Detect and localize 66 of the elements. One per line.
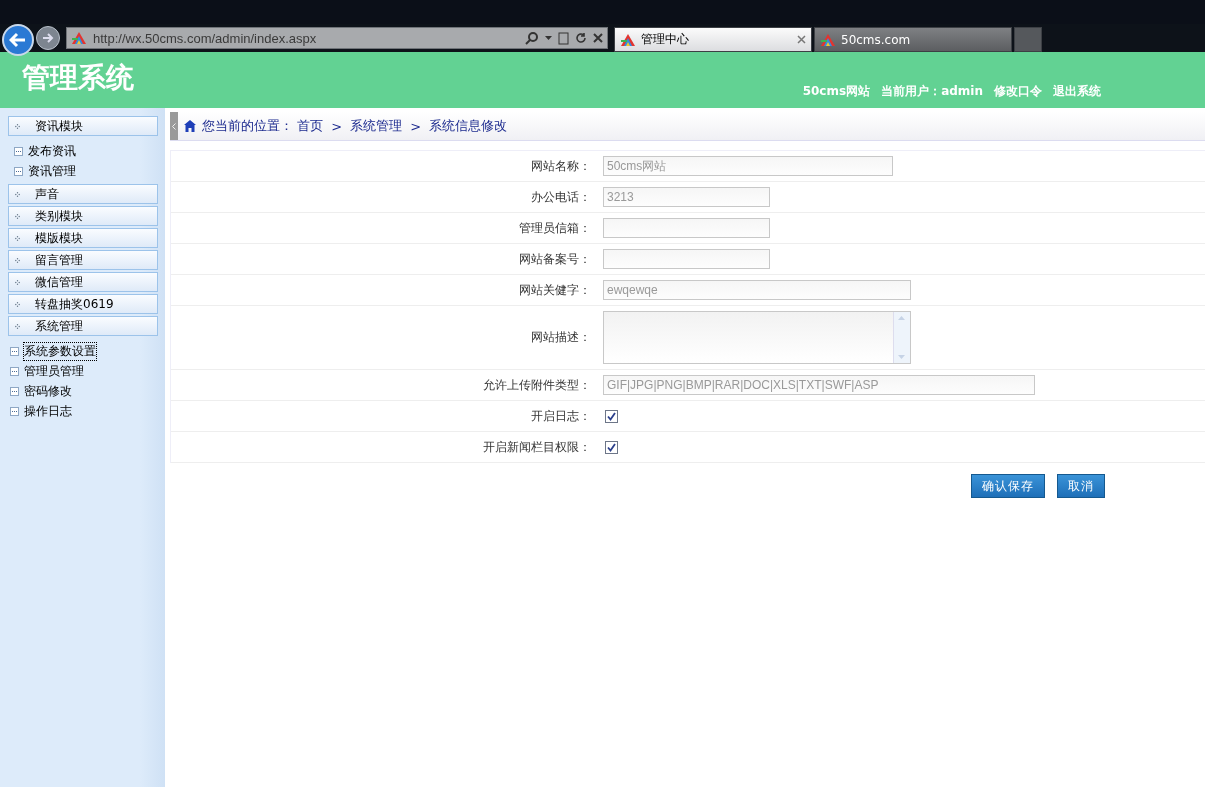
breadcrumb-link[interactable]: 系统信息修改 <box>429 117 508 135</box>
browser-tab[interactable]: 50cms.com <box>814 27 1012 52</box>
close-icon[interactable] <box>797 35 806 44</box>
form-button[interactable]: 确认保存 <box>971 474 1045 498</box>
refresh-icon[interactable] <box>575 32 587 44</box>
text-field[interactable] <box>603 218 770 238</box>
arrow-icon <box>42 33 54 43</box>
dots-icon <box>15 279 20 285</box>
browser-tab[interactable]: 管理中心 <box>614 27 812 52</box>
checkbox[interactable] <box>605 409 618 423</box>
arrow-icon <box>9 32 27 48</box>
back-button[interactable] <box>2 24 34 56</box>
favicon-icon <box>71 30 87 46</box>
field-label: 网站关健字： <box>518 281 592 299</box>
menu-item[interactable]: 资讯管理 <box>28 162 76 180</box>
close-icon[interactable] <box>593 33 603 43</box>
caret-icon[interactable] <box>545 36 552 40</box>
menu-item[interactable]: 发布资讯 <box>28 142 76 160</box>
dots-icon <box>15 213 20 219</box>
dots-icon <box>15 257 20 263</box>
dots-icon <box>15 301 20 307</box>
menu-group[interactable]: 转盘抽奖0619 <box>8 294 158 314</box>
dots-icon <box>15 235 20 241</box>
field-label: 办公电话： <box>530 188 592 206</box>
checkbox[interactable] <box>605 440 618 454</box>
dots-icon <box>15 323 20 329</box>
menu-group[interactable]: 留言管理 <box>8 250 158 270</box>
dots-icon <box>15 123 20 129</box>
list-item-icon <box>14 146 23 156</box>
collapse-handle[interactable] <box>170 112 178 140</box>
menu-item[interactable]: 操作日志 <box>24 402 72 420</box>
text-field[interactable] <box>603 249 770 269</box>
form-button[interactable]: 取消 <box>1057 474 1105 498</box>
breadcrumb-separator: > <box>330 118 344 134</box>
menu-group[interactable]: 系统管理 <box>8 316 158 336</box>
list-item-icon <box>14 166 23 176</box>
list-item-icon <box>10 386 19 396</box>
menu-group[interactable]: 类别模块 <box>8 206 158 226</box>
list-item-icon <box>10 346 19 356</box>
field-label: 开启新闻栏目权限： <box>482 438 592 456</box>
forward-button[interactable] <box>36 26 60 50</box>
field-label: 网站备案号： <box>518 250 592 268</box>
field-label: 网站名称： <box>530 157 592 175</box>
menu-group[interactable]: 资讯模块 <box>8 116 158 136</box>
breadcrumb-separator: > <box>409 118 423 134</box>
dots-icon <box>15 191 20 197</box>
menu-group[interactable]: 声音 <box>8 184 158 204</box>
breadcrumb-link[interactable]: 系统管理 <box>350 117 403 135</box>
field-label: 管理员信箱： <box>518 219 592 237</box>
address-bar[interactable]: http://wx.50cms.com/admin/index.aspx <box>66 27 608 49</box>
search-icon[interactable] <box>525 31 539 45</box>
list-item-icon <box>10 406 19 416</box>
menu-group[interactable]: 模版模块 <box>8 228 158 248</box>
field-label: 网站描述： <box>530 329 592 346</box>
page-icon[interactable] <box>558 31 569 45</box>
breadcrumb-label: 您当前的位置： <box>202 117 293 135</box>
menu-group[interactable]: 微信管理 <box>8 272 158 292</box>
menu-item[interactable]: 系统参数设置 <box>24 342 96 360</box>
menu-item[interactable]: 密码修改 <box>24 382 72 400</box>
menu-item[interactable]: 管理员管理 <box>24 362 84 380</box>
home-icon <box>184 120 196 132</box>
field-label: 开启日志： <box>530 407 592 425</box>
list-item-icon <box>10 366 19 376</box>
breadcrumb-link[interactable]: 首页 <box>297 117 323 135</box>
app-title: 管理系统 <box>22 60 134 96</box>
field-label: 允许上传附件类型： <box>482 376 592 394</box>
